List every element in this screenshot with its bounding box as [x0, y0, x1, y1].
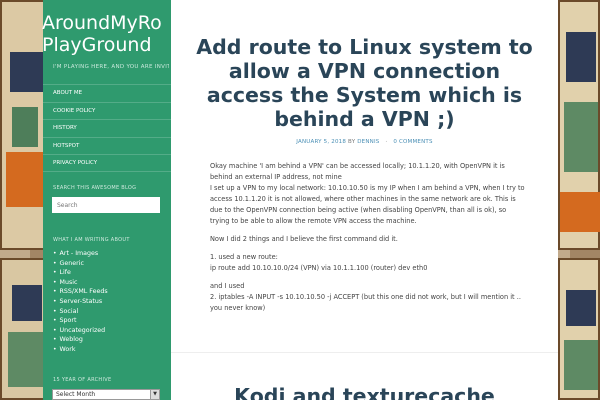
post-author-link[interactable]: DENNIS [357, 139, 379, 145]
chevron-down-icon: ▼ [150, 390, 159, 399]
category-link[interactable]: Sport [53, 316, 108, 326]
background-poster [0, 258, 48, 400]
nav-item-history[interactable]: HISTORY [43, 119, 171, 137]
background-poster [558, 258, 600, 400]
site-title-link[interactable]: AroundMyRo PlayGround [42, 12, 171, 56]
post-paragraph: I set up a VPN to my local network: 10.1… [210, 184, 525, 225]
post-body: Okay machine 'I am behind a VPN' can be … [210, 161, 525, 321]
post-paragraph: Okay machine 'I am behind a VPN' can be … [210, 162, 505, 181]
search-widget-title: SEARCH THIS AWESOME BLOG [53, 185, 137, 191]
archive-month-select[interactable]: Select Month ▼ [52, 389, 160, 400]
background-poster [0, 0, 48, 250]
site-title-line2: PlayGround [42, 34, 152, 56]
nav-item-about-me[interactable]: ABOUT ME [43, 84, 171, 102]
archive-widget-title: 15 YEAR OF ARCHIVE [53, 377, 112, 383]
category-link[interactable]: Server-Status [53, 297, 108, 307]
main-content: Add route to Linux system to allow a VPN… [171, 0, 558, 400]
post-comments-link[interactable]: 0 COMMENTS [393, 139, 432, 145]
category-link[interactable]: Work [53, 345, 108, 355]
post-paragraph: 1. used a new route: ip route add 10.10.… [210, 253, 428, 272]
post-paragraph: Now I did 2 things and I believe the fir… [210, 235, 398, 243]
category-link[interactable]: Generic [53, 259, 108, 269]
site-title-line1: AroundMyRo [42, 12, 162, 34]
search-input[interactable] [52, 197, 160, 213]
meta-separator: · [385, 139, 388, 145]
categories-widget-title: WHAT I AM WRITING ABOUT [53, 237, 130, 243]
sidebar: AroundMyRo PlayGround I'M PLAYING HERE, … [42, 0, 171, 400]
category-list: Art - Images Generic Life Music RSS/XML … [53, 249, 108, 355]
nav-item-cookie-policy[interactable]: COOKIE POLICY [43, 101, 171, 120]
category-link[interactable]: Life [53, 268, 108, 278]
category-link[interactable]: Art - Images [53, 249, 108, 259]
post-title[interactable]: Add route to Linux system to allow a VPN… [191, 35, 538, 131]
category-link[interactable]: Uncategorized [53, 326, 108, 336]
site-tagline: I'M PLAYING HERE, AND YOU ARE INVITED [53, 64, 169, 70]
nav-item-hotspot[interactable]: HOTSPOT [43, 136, 171, 155]
category-link[interactable]: RSS/XML Feeds [53, 287, 108, 297]
next-post-title[interactable]: Kodi and texturecache [171, 384, 558, 400]
background-poster [558, 0, 600, 250]
post-divider [171, 352, 558, 353]
post-date-link[interactable]: JANUARY 5, 2018 [296, 139, 346, 145]
archive-select-value: Select Month [56, 391, 96, 398]
post-paragraph: and I used 2. iptables -A INPUT -s 10.10… [210, 282, 521, 312]
category-link[interactable]: Social [53, 307, 108, 317]
post-by-label: BY [348, 139, 356, 145]
category-link[interactable]: Weblog [53, 335, 108, 345]
category-link[interactable]: Music [53, 278, 108, 288]
main-navigation: ABOUT ME COOKIE POLICY HISTORY HOTSPOT P… [43, 84, 171, 172]
post-meta: JANUARY 5, 2018 BY DENNIS · 0 COMMENTS [171, 139, 558, 145]
nav-item-privacy-policy[interactable]: PRIVACY POLICY [43, 154, 171, 172]
